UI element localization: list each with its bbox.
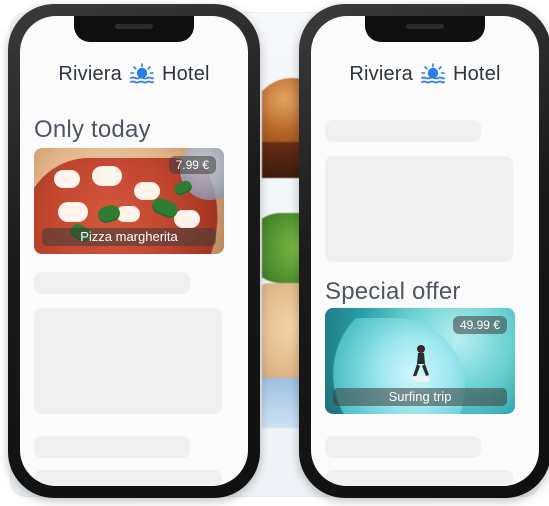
skeleton-line <box>325 120 481 142</box>
mozzarella <box>54 170 80 188</box>
brand-name-right: Hotel <box>452 62 501 85</box>
skeleton-line <box>34 436 190 458</box>
brand-name-left: Riviera <box>349 62 413 85</box>
section-title-only-today: Only today <box>34 116 151 143</box>
skeleton-line <box>34 272 190 294</box>
skeleton-card <box>325 156 513 262</box>
mozzarella <box>134 182 160 200</box>
sun-over-waves-icon <box>419 62 447 86</box>
mozzarella <box>174 210 200 228</box>
brand-name-right: Hotel <box>161 62 210 85</box>
skeleton-card <box>34 308 222 414</box>
card-title: Pizza margherita <box>42 228 216 246</box>
sun-over-waves-icon <box>128 62 156 86</box>
offer-card-surfing[interactable]: 49.99 € Surfing trip <box>325 308 515 414</box>
skeleton-line <box>325 436 481 458</box>
offer-card-pizza[interactable]: 7.99 € Pizza margherita <box>34 148 224 254</box>
phone-notch <box>74 16 194 42</box>
price-badge: 7.99 € <box>168 156 216 174</box>
brand-name-left: Riviera <box>58 62 122 85</box>
price-badge: 49.99 € <box>452 316 507 334</box>
hotel-brand: Riviera Hotel <box>311 62 539 86</box>
mozzarella <box>58 202 88 222</box>
skeleton-line <box>325 470 513 486</box>
phone-right-screen: Riviera Hotel Special offer 49.99 € Surf… <box>311 16 539 486</box>
phone-notch <box>365 16 485 42</box>
phone-right: Riviera Hotel Special offer 49.99 € Surf… <box>299 4 549 498</box>
mozzarella <box>92 166 122 186</box>
surfer-figure <box>410 345 431 383</box>
hotel-brand: Riviera Hotel <box>20 62 248 86</box>
skeleton-line <box>34 470 222 486</box>
basil-leaf <box>96 203 122 225</box>
card-title: Surfing trip <box>333 388 507 406</box>
phone-left: Riviera Hotel Only today 7.99 € Pizza ma… <box>8 4 260 498</box>
phone-left-screen: Riviera Hotel Only today 7.99 € Pizza ma… <box>20 16 248 486</box>
section-title-special-offer: Special offer <box>325 278 461 305</box>
